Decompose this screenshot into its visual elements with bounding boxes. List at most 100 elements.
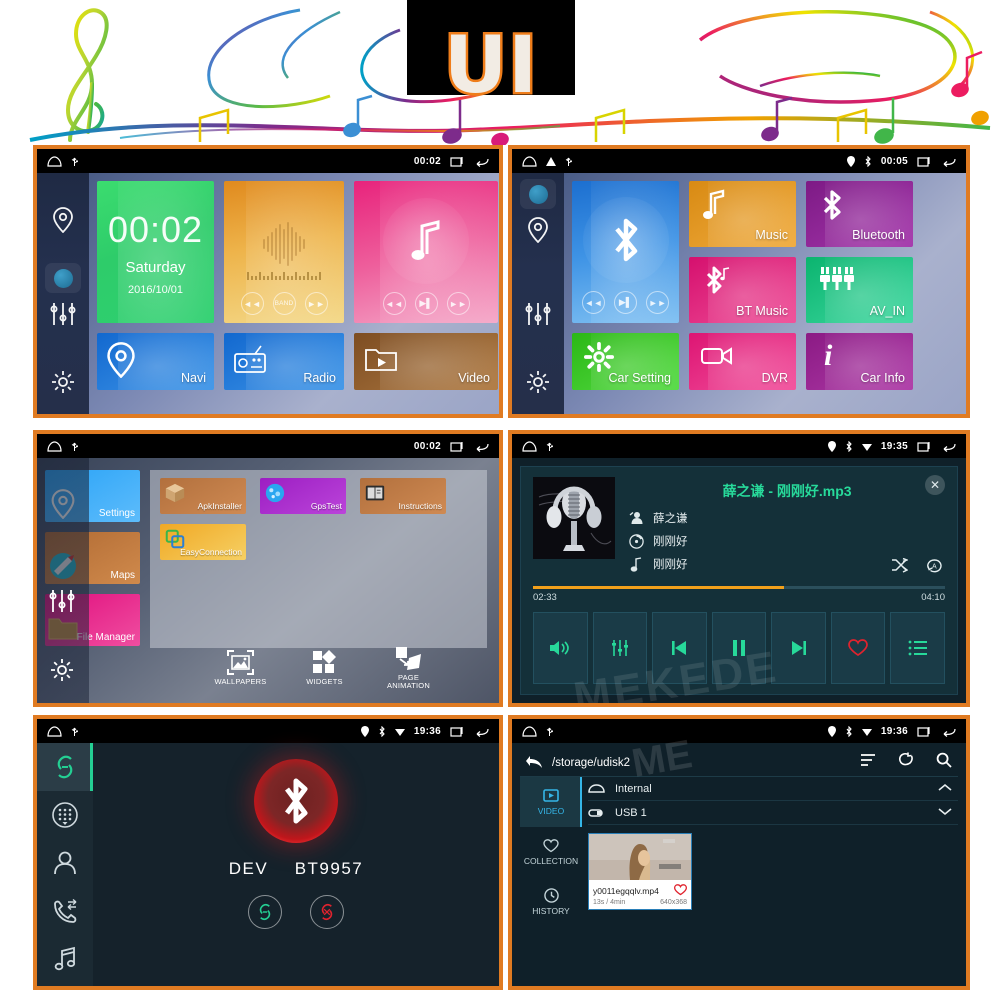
app-easyconnection[interactable]: EasyConnection <box>160 524 246 560</box>
sidebar-item-contacts[interactable] <box>37 839 93 887</box>
recents-icon[interactable] <box>450 726 464 737</box>
category-history[interactable]: HISTORY <box>520 877 582 927</box>
dock-page-animation[interactable]: PAGE ANIMATION <box>378 646 440 691</box>
back-arrow-icon[interactable] <box>520 755 548 770</box>
app-instructions[interactable]: Instructions <box>360 478 446 514</box>
music-play-icon[interactable]: ▶▌ <box>414 292 438 315</box>
bt-controls[interactable]: ◄◄ ▶▌ ►► <box>582 291 669 314</box>
shortcut-video[interactable]: Video <box>354 333 498 390</box>
favorite-button[interactable] <box>830 612 886 684</box>
progress-area[interactable]: 02:33 04:10 <box>533 586 945 603</box>
radio-band-button[interactable]: BAND <box>272 292 296 315</box>
file-card[interactable]: y0011egqqlv.mp4 13s / 4min 640x368 <box>588 833 692 910</box>
bt-music-widget[interactable]: ◄◄ ▶▌ ►► <box>572 181 679 323</box>
next-button[interactable] <box>771 612 826 684</box>
file-manager-toolbar[interactable]: /storage/udisk2 <box>520 749 958 777</box>
radio-prev-icon[interactable]: ◄◄ <box>240 292 264 315</box>
volume-button[interactable] <box>533 612 588 684</box>
home-icon[interactable] <box>47 155 62 167</box>
bt-play-icon[interactable]: ▶▌ <box>614 291 637 314</box>
playlist-button[interactable] <box>890 612 946 684</box>
dock-widgets[interactable]: WIDGETS <box>294 649 356 686</box>
back-icon[interactable] <box>473 726 489 737</box>
toolbar-actions[interactable] <box>860 752 958 773</box>
sidebar-item-pair[interactable] <box>37 743 93 791</box>
favorite-icon[interactable] <box>673 884 688 898</box>
tile-bt-music[interactable]: BT Music <box>689 257 796 323</box>
back-icon[interactable] <box>940 156 956 167</box>
recents-icon[interactable] <box>917 441 931 452</box>
storage-row-usb1[interactable]: USB 1 <box>588 801 958 825</box>
panel-app-drawer[interactable]: 00:02 Settings Maps File Manager ApkInst… <box>33 430 503 707</box>
radio-next-icon[interactable]: ►► <box>304 292 328 315</box>
tile-bluetooth[interactable]: Bluetooth <box>806 181 913 247</box>
home-sidebar[interactable] <box>512 173 564 414</box>
app-gpstest[interactable]: GpsTest <box>260 478 346 514</box>
apps-grid[interactable]: ApkInstaller GpsTest Instructions EasyCo… <box>160 478 477 560</box>
chevron-up-icon[interactable] <box>938 783 958 795</box>
pause-button[interactable] <box>711 612 767 684</box>
panel-file-manager[interactable]: 19:36 ME /storage/udisk2 VIDEO COLLECTIO… <box>508 715 970 990</box>
home-icon[interactable] <box>522 440 537 452</box>
bluetooth-status-indicator[interactable] <box>254 759 338 843</box>
home-icon[interactable] <box>522 725 537 737</box>
recents-icon[interactable] <box>917 726 931 737</box>
bluetooth-sidebar[interactable] <box>37 743 93 986</box>
nav-icon[interactable] <box>52 207 74 238</box>
music-next-icon[interactable]: ►► <box>446 292 470 315</box>
settings-gear-icon[interactable] <box>50 658 74 682</box>
bt-prev-icon[interactable]: ◄◄ <box>582 291 605 314</box>
radio-widget[interactable]: ◄◄ BAND ►► <box>224 181 344 323</box>
panel-music-player[interactable]: 19:35 ✕ 薛之谦 - 刚刚好.mp3 薛之谦 刚刚好 刚刚好 A 02:3… <box>508 430 970 707</box>
tile-car-setting[interactable]: Car Setting <box>572 333 679 390</box>
panel-home-apps[interactable]: 00:05 ◄◄ ▶▌ ►► Music Bluetooth BT Music … <box>508 145 970 418</box>
drawer-sidebar-overlay[interactable] <box>37 458 89 703</box>
recents-icon[interactable] <box>450 156 464 167</box>
back-icon[interactable] <box>940 726 956 737</box>
home-icon[interactable] <box>47 725 62 737</box>
category-collection[interactable]: COLLECTION <box>520 827 582 877</box>
music-prev-icon[interactable]: ◄◄ <box>382 292 406 315</box>
home-sidebar[interactable] <box>37 173 89 414</box>
bt-next-icon[interactable]: ►► <box>646 291 669 314</box>
close-icon[interactable]: ✕ <box>925 475 945 495</box>
connect-button[interactable] <box>248 895 282 929</box>
radio-controls[interactable]: ◄◄ BAND ►► <box>240 292 328 315</box>
clock-widget[interactable]: 00:02 Saturday 2016/10/01 <box>97 181 214 323</box>
page-dot-icon[interactable] <box>520 179 556 209</box>
dock-wallpapers[interactable]: WALLPAPERS <box>210 649 272 686</box>
page-dot-icon[interactable] <box>45 263 81 293</box>
panel-home-main[interactable]: 00:02 00:02 Saturday 2016/10/01 ◄◄ BAND … <box>33 145 503 418</box>
music-controls[interactable]: ◄◄ ▶▌ ►► <box>382 292 470 315</box>
chevron-down-icon[interactable] <box>938 807 958 819</box>
sort-button[interactable] <box>860 753 876 772</box>
category-video[interactable]: VIDEO <box>520 777 582 827</box>
recents-icon[interactable] <box>450 441 464 452</box>
nav-icon[interactable] <box>527 217 549 248</box>
shuffle-icon[interactable] <box>891 557 910 577</box>
settings-gear-icon[interactable] <box>51 370 75 399</box>
back-icon[interactable] <box>473 441 489 452</box>
back-icon[interactable] <box>473 156 489 167</box>
app-apkinstaller[interactable]: ApkInstaller <box>160 478 246 514</box>
equalizer-icon[interactable] <box>525 301 551 332</box>
previous-button[interactable] <box>652 612 707 684</box>
music-widget[interactable]: ◄◄ ▶▌ ►► <box>354 181 498 323</box>
drawer-dock[interactable]: WALLPAPERS WIDGETS PAGE ANIMATION <box>150 635 499 701</box>
refresh-button[interactable] <box>898 752 914 773</box>
equalizer-icon[interactable] <box>49 588 75 614</box>
equalizer-icon[interactable] <box>50 301 76 332</box>
search-button[interactable] <box>936 752 952 773</box>
disconnect-button[interactable] <box>310 895 344 929</box>
tile-music[interactable]: Music <box>689 181 796 247</box>
home-icon[interactable] <box>522 155 537 167</box>
equalizer-button[interactable] <box>592 612 648 684</box>
progress-track[interactable] <box>533 586 945 589</box>
transport-controls[interactable] <box>533 612 946 684</box>
back-icon[interactable] <box>940 441 956 452</box>
tile-dvr[interactable]: DVR <box>689 333 796 390</box>
panel-bluetooth[interactable]: 19:36 DEV BT9957 <box>33 715 503 990</box>
recents-icon[interactable] <box>917 156 931 167</box>
shortcut-navi[interactable]: Navi <box>97 333 214 390</box>
shortcut-radio[interactable]: Radio <box>224 333 344 390</box>
